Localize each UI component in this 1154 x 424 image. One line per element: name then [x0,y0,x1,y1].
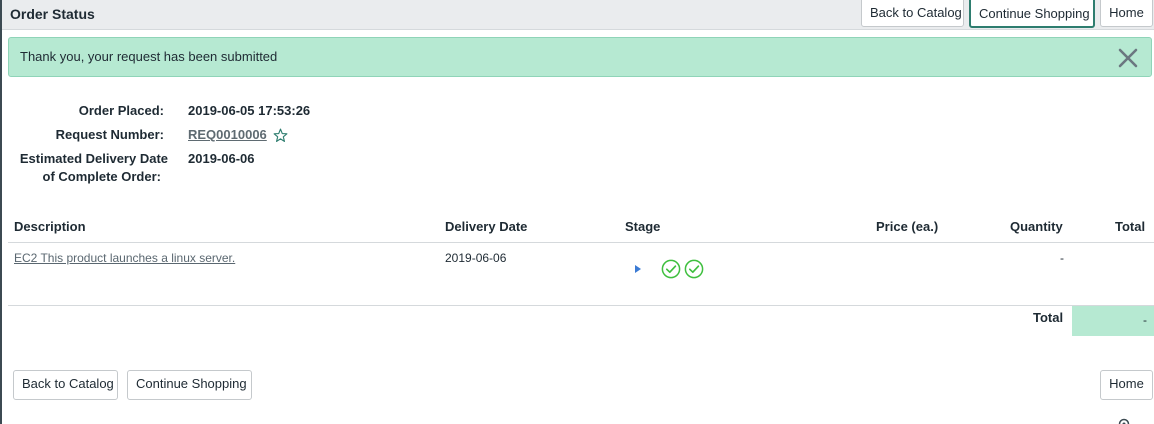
window-left-edge [0,0,2,424]
col-quantity: Quantity [1010,219,1063,234]
footer-continue-shopping-button[interactable]: Continue Shopping [127,370,252,400]
row-divider [8,305,1154,306]
close-icon[interactable] [1117,47,1139,69]
footer-home-button[interactable]: Home [1100,370,1153,400]
gear-icon[interactable] [1117,417,1131,424]
request-number-link[interactable]: REQ0010006 [188,127,267,142]
item-quantity: - [1060,251,1064,265]
col-total: Total [1115,219,1146,234]
continue-shopping-button[interactable]: Continue Shopping [969,0,1095,28]
back-to-catalog-button[interactable]: Back to Catalog [861,0,964,27]
check-circle-icon [684,259,704,279]
item-delivery-date: 2019-06-06 [445,251,507,265]
total-label: Total [1033,310,1064,325]
check-circle-icon [661,259,681,279]
col-description: Description [14,219,86,234]
star-icon[interactable] [273,128,288,143]
total-value: - [1143,313,1147,327]
estimated-delivery-label-line1: Estimated Delivery Date [19,151,168,166]
success-alert: Thank you, your request has been submitt… [8,37,1152,77]
request-number-label: Request Number: [55,127,164,142]
home-button[interactable]: Home [1100,0,1153,27]
col-stage: Stage [625,219,661,234]
alert-message: Thank you, your request has been submitt… [20,49,278,64]
col-delivery-date: Delivery Date [445,219,528,234]
page-title: Order Status [10,6,95,22]
estimated-delivery-value: 2019-06-06 [188,151,255,166]
order-placed-value: 2019-06-05 17:53:26 [188,103,311,118]
footer-back-to-catalog-button[interactable]: Back to Catalog [13,370,118,400]
total-value-cell: - [1072,306,1154,336]
order-placed-label: Order Placed: [78,103,164,118]
col-price: Price (ea.) [876,219,939,234]
expand-arrow-icon[interactable] [634,262,642,273]
estimated-delivery-label-line2: of Complete Order: [42,169,161,184]
header-divider [8,242,1154,243]
item-description-link[interactable]: EC2 This product launches a linux server… [14,251,235,265]
